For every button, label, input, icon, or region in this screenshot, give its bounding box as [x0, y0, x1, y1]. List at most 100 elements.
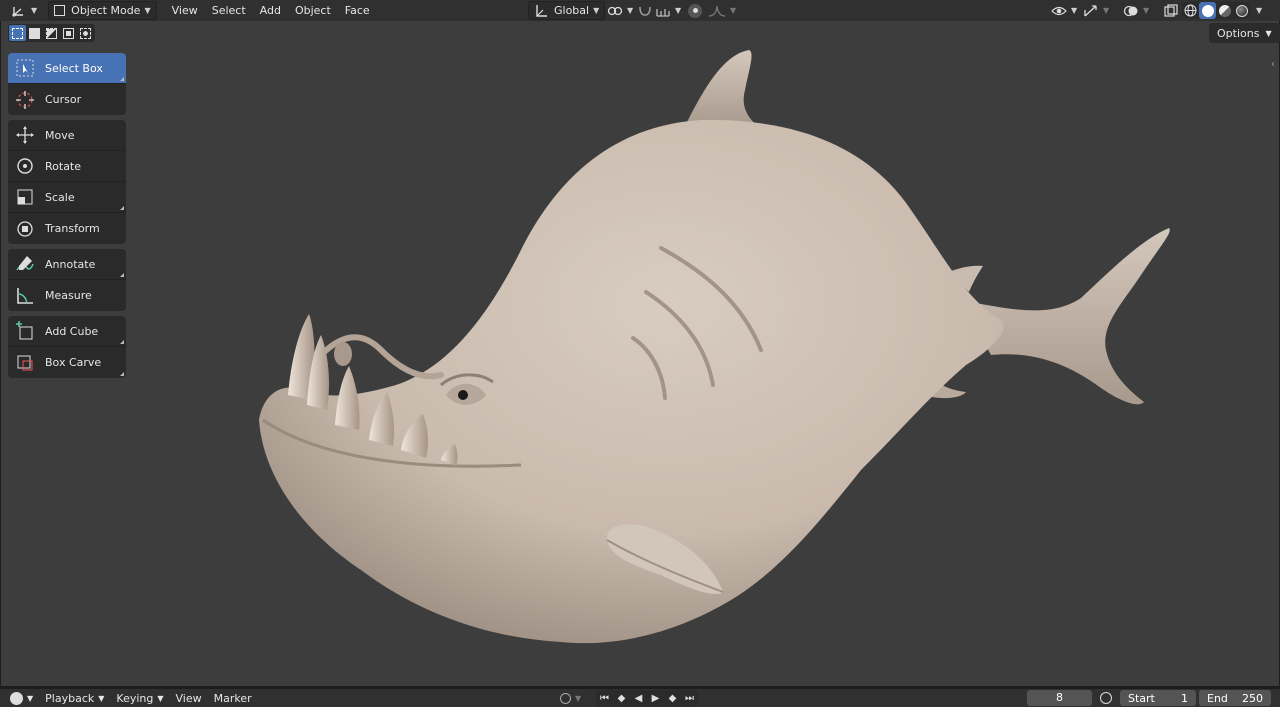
- current-frame-field[interactable]: 8: [1027, 690, 1092, 706]
- snap-increment-icon: [656, 8, 670, 17]
- editor-type-button[interactable]: ▼: [6, 1, 42, 20]
- measure-icon: [12, 283, 38, 309]
- jump-start-icon[interactable]: ⏮: [596, 690, 613, 706]
- tool-label: Add Cube: [45, 324, 99, 338]
- chevron-down-icon: ▼: [1265, 28, 1272, 38]
- transform-orientation-dropdown[interactable]: Global ▼: [528, 1, 606, 20]
- object-mode-icon: [54, 5, 66, 16]
- select-extend-icon[interactable]: [26, 25, 43, 41]
- menu-object[interactable]: Object: [288, 1, 338, 20]
- overlays-icon: [1123, 5, 1138, 16]
- jump-keyframe-back-icon[interactable]: ◆: [613, 690, 630, 706]
- shark-sculpt-model[interactable]: [1, 21, 1279, 686]
- menu-keying[interactable]: Keying ▼: [110, 690, 169, 706]
- shading-options-chevron-icon[interactable]: ▼: [1256, 6, 1262, 15]
- tool-measure[interactable]: Measure: [8, 280, 126, 311]
- jump-keyframe-forward-icon[interactable]: ◆: [664, 690, 681, 706]
- tool-annotate[interactable]: Annotate: [8, 249, 126, 280]
- auto-keying-button[interactable]: ▼: [554, 690, 587, 706]
- tool-label: Cursor: [45, 93, 82, 106]
- xray-button[interactable]: [1158, 1, 1184, 20]
- viewport-header: ▼ Object Mode ▼ View Select Add Object F…: [0, 0, 1280, 21]
- select-intersect-icon[interactable]: [77, 25, 94, 41]
- select-subtract-icon[interactable]: [43, 25, 60, 41]
- play-icon[interactable]: ▶: [647, 690, 664, 706]
- menu-view[interactable]: View: [165, 1, 205, 20]
- options-label: Options: [1217, 26, 1260, 40]
- select-new-icon[interactable]: [9, 25, 26, 41]
- chevron-down-icon: ▼: [98, 693, 105, 703]
- play-reverse-icon[interactable]: ◀: [630, 690, 647, 706]
- scale-icon: [12, 184, 38, 210]
- rendered-shading-icon[interactable]: [1233, 2, 1250, 19]
- falloff-icon: [708, 5, 726, 17]
- axis-gizmo-icon: [12, 6, 23, 17]
- menu-timeline-view[interactable]: View: [170, 690, 208, 706]
- end-frame-field[interactable]: End 250: [1199, 690, 1271, 706]
- menu-select[interactable]: Select: [205, 1, 253, 20]
- start-label: Start: [1128, 691, 1155, 705]
- visibility-button[interactable]: ▼: [1046, 1, 1082, 20]
- eye-icon: [1051, 6, 1067, 15]
- tool-scale[interactable]: Scale: [8, 182, 126, 213]
- menu-playback[interactable]: Playback ▼: [39, 690, 110, 706]
- wireframe-shading-icon[interactable]: [1182, 2, 1199, 19]
- solid-shading-icon[interactable]: [1199, 2, 1216, 19]
- mode-dropdown[interactable]: Object Mode ▼: [48, 1, 157, 20]
- cursor-icon: [12, 87, 38, 113]
- select-invert-icon[interactable]: [60, 25, 77, 41]
- move-icon: [12, 122, 38, 148]
- 3d-viewport[interactable]: Options ▼ ‹ Select Box Cursor Move Rotate Sc…: [1, 21, 1280, 686]
- jump-end-icon[interactable]: ⏭: [681, 690, 698, 706]
- tool-group: Add Cube Box Carve: [8, 316, 126, 378]
- options-dropdown[interactable]: Options ▼: [1209, 23, 1280, 43]
- gizmo-icon: [1084, 4, 1097, 16]
- shading-mode-group: [1182, 2, 1250, 19]
- snap-button[interactable]: ▼: [632, 1, 686, 20]
- gizmo-button[interactable]: ▼: [1078, 1, 1114, 20]
- start-frame-field[interactable]: Start 1: [1120, 690, 1196, 706]
- chevron-down-icon: ▼: [1143, 6, 1150, 15]
- tool-move[interactable]: Move: [8, 120, 126, 151]
- add-cube-icon: [12, 318, 38, 344]
- tool-label: Scale: [45, 190, 75, 204]
- proportional-edit-button[interactable]: ▼: [683, 1, 741, 20]
- select-box-icon: [12, 55, 38, 81]
- chevron-down-icon: ▼: [1103, 6, 1110, 15]
- annotate-icon: [12, 251, 38, 277]
- menu-keying-label: Keying: [116, 691, 154, 705]
- record-icon: [560, 692, 571, 704]
- tool-rotate[interactable]: Rotate: [8, 151, 126, 182]
- tool-cursor[interactable]: Cursor: [8, 84, 126, 115]
- pivot-icon: [607, 6, 623, 15]
- chevron-down-icon: ▼: [575, 693, 582, 703]
- tool-select-box[interactable]: Select Box: [8, 53, 126, 84]
- box-carve-icon: [12, 350, 38, 376]
- tool-group: Move Rotate Scale Transform: [8, 120, 126, 244]
- chevron-down-icon: ▼: [31, 6, 38, 15]
- orientation-label: Global: [554, 4, 590, 17]
- menu-face[interactable]: Face: [338, 1, 377, 20]
- tool-label: Measure: [45, 289, 92, 302]
- tool-label: Box Carve: [45, 356, 102, 369]
- tool-add-cube[interactable]: Add Cube: [8, 316, 126, 347]
- tool-variants-indicator: [120, 77, 124, 81]
- tool-box-carve[interactable]: Box Carve: [8, 347, 126, 378]
- tool-transform[interactable]: Transform: [8, 213, 126, 244]
- stopwatch-icon[interactable]: [1100, 692, 1112, 704]
- tool-group: Select Box Cursor: [8, 53, 126, 115]
- material-shading-icon[interactable]: [1216, 2, 1233, 19]
- orientation-icon: [536, 4, 547, 17]
- proportional-edit-icon: [688, 3, 702, 18]
- sidebar-toggle-arrow-icon[interactable]: ‹: [1271, 59, 1275, 70]
- menu-playback-label: Playback: [45, 691, 95, 705]
- menu-add[interactable]: Add: [253, 1, 288, 20]
- xray-icon: [1164, 3, 1178, 17]
- tool-label: Annotate: [45, 257, 96, 271]
- rotate-icon: [12, 153, 38, 179]
- chevron-down-icon: ▼: [675, 6, 682, 15]
- timeline-editor-type-button[interactable]: ▼: [4, 690, 39, 706]
- menu-marker[interactable]: Marker: [208, 690, 258, 706]
- overlays-button[interactable]: ▼: [1118, 1, 1154, 20]
- chevron-down-icon: ▼: [144, 6, 151, 15]
